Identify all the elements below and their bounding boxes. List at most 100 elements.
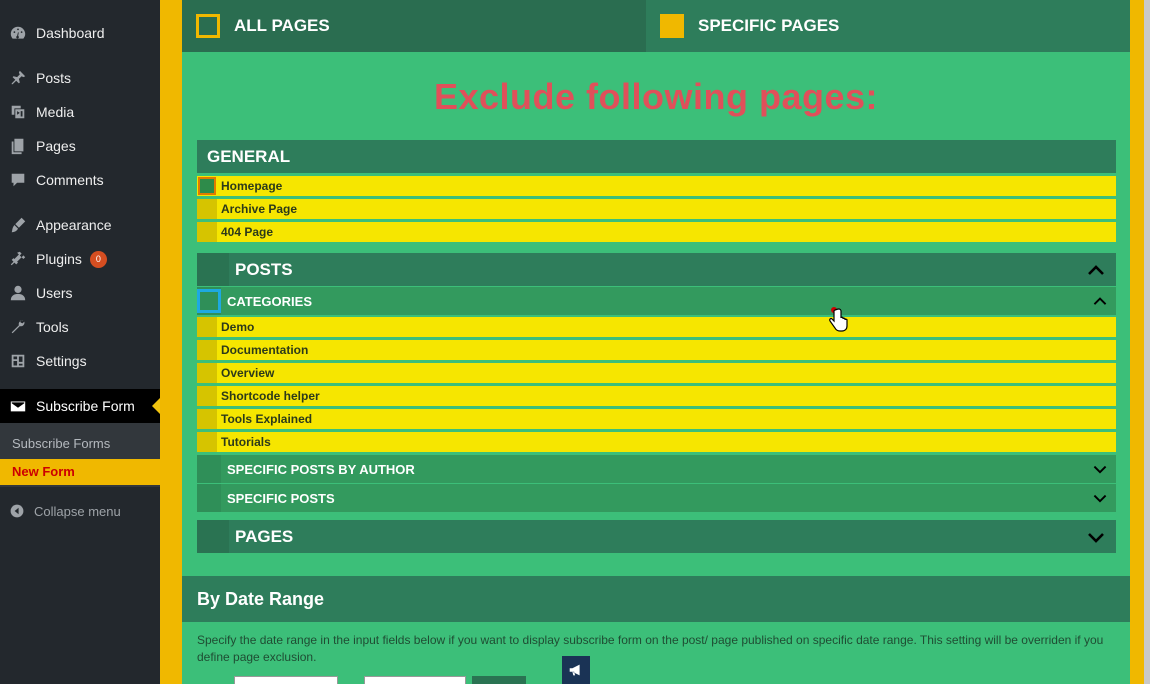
menu-appearance[interactable]: Appearance: [0, 210, 160, 240]
tab-all-pages[interactable]: ALL PAGES: [182, 0, 646, 52]
section-title: POSTS: [235, 259, 293, 279]
item-label: Demo: [221, 320, 255, 334]
pages-icon: [0, 137, 36, 155]
list-item[interactable]: Homepage: [197, 176, 1116, 196]
collapse-menu-button[interactable]: Collapse menu: [0, 498, 160, 524]
checkbox[interactable]: [197, 222, 217, 242]
window-edge: [1144, 0, 1150, 684]
settings-panel: ALL PAGES SPECIFIC PAGES Exclude followi…: [182, 0, 1130, 684]
checkbox[interactable]: [197, 363, 217, 383]
tab-label: ALL PAGES: [234, 16, 330, 35]
comment-icon: [0, 171, 36, 189]
item-label: Homepage: [221, 179, 283, 193]
submenu-new-form[interactable]: New Form: [0, 459, 160, 485]
menu-pages[interactable]: Pages: [0, 131, 160, 161]
collapse-label: Collapse menu: [34, 503, 121, 519]
menu-label: Appearance: [36, 217, 112, 233]
pushpin-icon: [0, 69, 36, 87]
user-icon: [0, 284, 36, 302]
item-label: Documentation: [221, 343, 309, 357]
menu-posts[interactable]: Posts: [0, 63, 160, 93]
menu-label: Dashboard: [36, 25, 105, 41]
list-item[interactable]: Tutorials: [197, 432, 1116, 452]
submenu-subscribe-forms[interactable]: Subscribe Forms: [0, 431, 160, 457]
chevron-down-icon[interactable]: [1086, 527, 1106, 547]
collapse-arrow-icon: [0, 503, 34, 519]
admin-sidebar: Dashboard Posts Media Pages Comments App…: [0, 0, 160, 684]
exclude-heading: Exclude following pages:: [433, 76, 879, 117]
subscribe-submenu: Subscribe Forms New Form: [0, 423, 160, 487]
menu-label: Pages: [36, 138, 76, 154]
checkbox[interactable]: [197, 199, 217, 219]
dashboard-icon: [0, 24, 36, 42]
envelope-icon: [0, 397, 36, 415]
chevron-down-icon[interactable]: [1092, 461, 1108, 477]
item-label: 404 Page: [221, 225, 274, 239]
date-to-input[interactable]: [364, 676, 466, 684]
list-item[interactable]: 404 Page: [197, 222, 1116, 242]
chevron-up-icon[interactable]: [1092, 293, 1108, 309]
item-label: Shortcode helper: [221, 389, 320, 403]
date-apply-button[interactable]: [472, 676, 526, 684]
megaphone-icon[interactable]: [562, 656, 590, 684]
section-checkbox[interactable]: [197, 484, 221, 512]
menu-settings[interactable]: Settings: [0, 346, 160, 376]
chevron-up-icon[interactable]: [1086, 260, 1106, 280]
tab-label: SPECIFIC PAGES: [698, 16, 840, 35]
tab-specific-pages[interactable]: SPECIFIC PAGES: [646, 0, 1130, 52]
categories-checkbox[interactable]: [197, 289, 221, 313]
menu-subscribe-form[interactable]: Subscribe Form: [0, 389, 160, 423]
checkbox[interactable]: [197, 386, 217, 406]
subsection-title: SPECIFIC POSTS BY AUTHOR: [227, 461, 415, 477]
item-label: Archive Page: [221, 202, 298, 216]
checkbox-checked-icon[interactable]: [198, 177, 216, 195]
specific-posts-header[interactable]: SPECIFIC POSTS: [197, 484, 1116, 512]
categories-title: CATEGORIES: [227, 293, 312, 309]
chevron-down-icon[interactable]: [1092, 490, 1108, 506]
list-item[interactable]: Shortcode helper: [197, 386, 1116, 406]
date-range-title: By Date Range: [197, 588, 325, 609]
page-target-tabs: ALL PAGES SPECIFIC PAGES: [182, 0, 1130, 52]
radio-unchecked-icon: [196, 14, 220, 38]
list-item[interactable]: Documentation: [197, 340, 1116, 360]
section-checkbox[interactable]: [197, 520, 229, 553]
menu-users[interactable]: Users: [0, 278, 160, 308]
menu-label: Settings: [36, 353, 87, 369]
list-item[interactable]: Demo: [197, 317, 1116, 337]
list-item[interactable]: Overview: [197, 363, 1116, 383]
checkbox[interactable]: [197, 317, 217, 337]
date-range-header: By Date Range: [182, 576, 1130, 622]
radio-checked-icon: [660, 14, 684, 38]
section-general-header: GENERAL: [197, 140, 1116, 173]
menu-label: Subscribe Form: [36, 398, 135, 414]
checkbox[interactable]: [197, 340, 217, 360]
checkbox[interactable]: [197, 409, 217, 429]
section-checkbox[interactable]: [197, 455, 221, 483]
item-label: Tools Explained: [221, 412, 313, 426]
list-item[interactable]: Tools Explained: [197, 409, 1116, 429]
section-title: GENERAL: [207, 146, 291, 166]
menu-dashboard[interactable]: Dashboard: [0, 18, 160, 48]
settings-icon: [0, 352, 36, 370]
menu-plugins[interactable]: Plugins 0: [0, 244, 160, 274]
section-posts-header[interactable]: POSTS: [197, 253, 1116, 286]
menu-tools[interactable]: Tools: [0, 312, 160, 342]
menu-media[interactable]: Media: [0, 97, 160, 127]
menu-label: Media: [36, 104, 75, 120]
list-item[interactable]: Archive Page: [197, 199, 1116, 219]
categories-checkbox-wrap: [197, 287, 221, 315]
section-checkbox[interactable]: [197, 253, 229, 286]
checkbox[interactable]: [197, 432, 217, 452]
menu-label: Posts: [36, 70, 72, 86]
menu-label: Users: [36, 285, 73, 301]
date-from-input[interactable]: [234, 676, 338, 684]
section-title: PAGES: [235, 526, 294, 546]
date-range-description: Specify the date range in the input fiel…: [197, 633, 1104, 664]
section-pages-header[interactable]: PAGES: [197, 520, 1116, 553]
frame-border-right: [1130, 0, 1144, 684]
hand-cursor-icon: [829, 307, 848, 332]
posts-by-author-header[interactable]: SPECIFIC POSTS BY AUTHOR: [197, 455, 1116, 483]
menu-label: Plugins: [36, 251, 82, 267]
categories-header[interactable]: CATEGORIES: [197, 287, 1116, 315]
menu-comments[interactable]: Comments: [0, 165, 160, 195]
